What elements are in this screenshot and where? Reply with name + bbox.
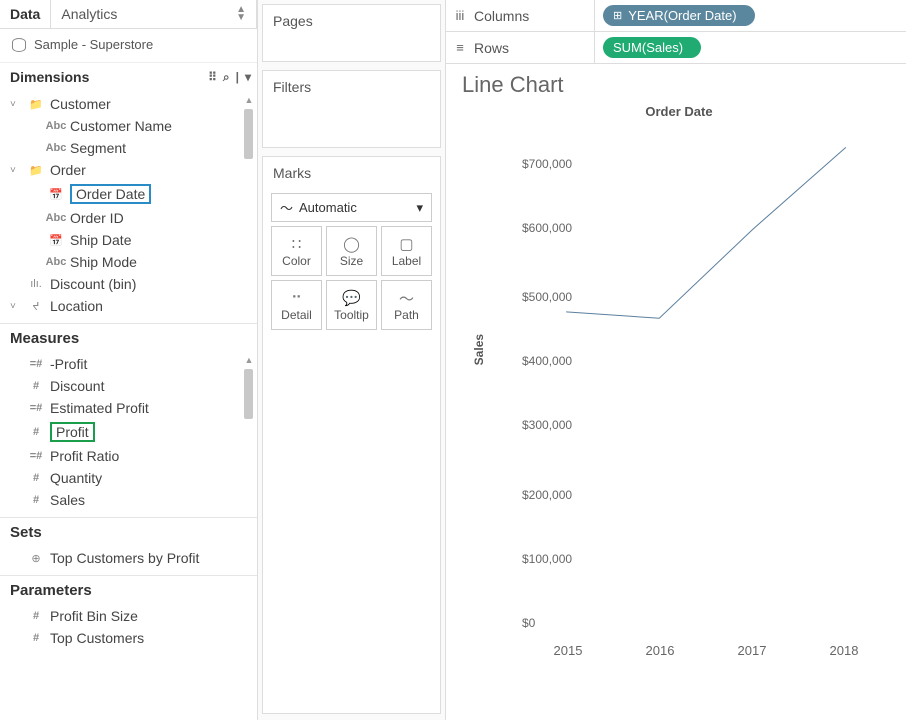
columns-label: Columns [474,8,594,24]
plus-icon: ⊞ [613,9,622,22]
datasource-name: Sample - Superstore [34,37,153,52]
field-order-id[interactable]: AbcOrder ID [0,207,257,229]
field-profit-ratio[interactable]: =#Profit Ratio [0,445,257,467]
field-segment[interactable]: AbcSegment [0,137,257,159]
field-discount[interactable]: #Discount [0,375,257,397]
field-est-profit[interactable]: =#Estimated Profit [0,397,257,419]
columns-shelf[interactable]: iii Columns ⊞YEAR(Order Date) [446,0,906,32]
detail-icon: ⠒ [291,288,302,308]
field-ship-mode[interactable]: AbcShip Mode [0,251,257,273]
cards-pane: Pages Filters Marks 〜 Automatic ▾ ∷Color… [258,0,446,720]
field-customer-name[interactable]: AbcCustomer Name [0,115,257,137]
filters-title: Filters [263,71,440,103]
marks-card: Marks 〜 Automatic ▾ ∷Color ◯Size ▢Label … [262,156,441,714]
sets-header: Sets [0,517,257,545]
tab-data[interactable]: Data [0,0,51,28]
line-icon: 〜 [280,198,293,217]
rows-icon: ≡ [446,40,474,55]
divider: | [236,70,239,85]
menu-icon[interactable]: ▾ [245,70,251,85]
plot-area: Sales $700,000 $600,000 $500,000 $400,00… [522,134,890,628]
scrollbar[interactable]: ▲ [243,95,255,319]
sidebar-tabs: Data Analytics ▲▼ [0,0,257,29]
measures-tree: ▲ =#-Profit #Discount =#Estimated Profit… [0,351,257,517]
x-tick: 2015 [554,643,583,658]
mark-detail[interactable]: ⠒Detail [271,280,322,330]
mark-path[interactable]: 〜Path [381,280,432,330]
field-discount-bin[interactable]: ılı.Discount (bin) [0,273,257,295]
line-series [522,134,890,628]
field-sales[interactable]: #Sales [0,489,257,511]
label-icon: ▢ [399,234,413,254]
field-quantity[interactable]: #Quantity [0,467,257,489]
pill-year-order-date[interactable]: ⊞YEAR(Order Date) [603,5,755,26]
x-tick: 2017 [738,643,767,658]
folder-label: Order [50,162,86,178]
rows-label: Rows [474,40,594,56]
x-tick: 2016 [646,643,675,658]
field-neg-profit[interactable]: =#-Profit [0,353,257,375]
tab-analytics-label: Analytics [61,6,117,22]
view-grid-icon[interactable]: ⠿ [208,70,217,85]
folder-label: Customer [50,96,111,112]
folder-customer[interactable]: ˅📁 Customer [0,93,257,115]
sets-tree: ⊕Top Customers by Profit [0,545,257,575]
dimensions-tree: ▲ ˅📁 Customer AbcCustomer Name AbcSegmen… [0,91,257,323]
path-icon: 〜 [399,288,414,308]
field-order-date[interactable]: 📅Order Date [0,181,257,207]
parameters-header: Parameters [0,575,257,603]
x-tick: 2018 [830,643,859,658]
y-axis-title: Sales [472,334,486,365]
data-pane: Data Analytics ▲▼ Sample - Superstore Di… [0,0,258,720]
pages-shelf[interactable]: Pages [262,4,441,62]
search-icon[interactable]: ⌕ [223,70,230,85]
field-ship-date[interactable]: 📅Ship Date [0,229,257,251]
dropdown-icon: ▲▼ [236,6,246,22]
chart-area: Line Chart Order Date Sales $700,000 $60… [446,64,906,720]
color-icon: ∷ [292,234,302,254]
mark-size[interactable]: ◯Size [326,226,377,276]
mark-label[interactable]: ▢Label [381,226,432,276]
x-ticks: 2015 2016 2017 2018 [522,643,890,658]
marks-title: Marks [263,157,440,189]
measures-header: Measures [0,323,257,351]
param-profit-bin[interactable]: #Profit Bin Size [0,605,257,627]
chart-title: Line Chart [462,72,896,98]
dimensions-label: Dimensions [10,69,89,85]
datasource-icon [12,38,26,52]
mark-type-dropdown[interactable]: 〜 Automatic ▾ [271,193,432,222]
rows-shelf[interactable]: ≡ Rows SUM(Sales) [446,32,906,64]
param-top-customers[interactable]: #Top Customers [0,627,257,649]
tooltip-icon: 💬 [342,288,361,308]
mark-type-label: Automatic [299,200,357,215]
mark-color[interactable]: ∷Color [271,226,322,276]
scrollbar[interactable]: ▲ [243,355,255,513]
pill-sum-sales[interactable]: SUM(Sales) [603,37,701,58]
filters-shelf[interactable]: Filters [262,70,441,148]
folder-order[interactable]: ˅📁 Order [0,159,257,181]
dimensions-header: Dimensions ⠿ ⌕ | ▾ [0,63,257,91]
field-profit[interactable]: #Profit [0,419,257,445]
parameters-tree: #Profit Bin Size #Top Customers [0,603,257,655]
chevron-down-icon: ▾ [416,200,423,216]
x-axis-title: Order Date [462,104,896,119]
tab-analytics[interactable]: Analytics ▲▼ [51,0,257,28]
mark-tooltip[interactable]: 💬Tooltip [326,280,377,330]
set-top-customers[interactable]: ⊕Top Customers by Profit [0,547,257,569]
datasource-row[interactable]: Sample - Superstore [0,29,257,63]
size-icon: ◯ [343,234,360,254]
pages-title: Pages [263,5,440,37]
columns-icon: iii [446,8,474,23]
viz-pane: iii Columns ⊞YEAR(Order Date) ≡ Rows SUM… [446,0,906,720]
hierarchy-location[interactable]: ˅ᔪLocation [0,295,257,317]
